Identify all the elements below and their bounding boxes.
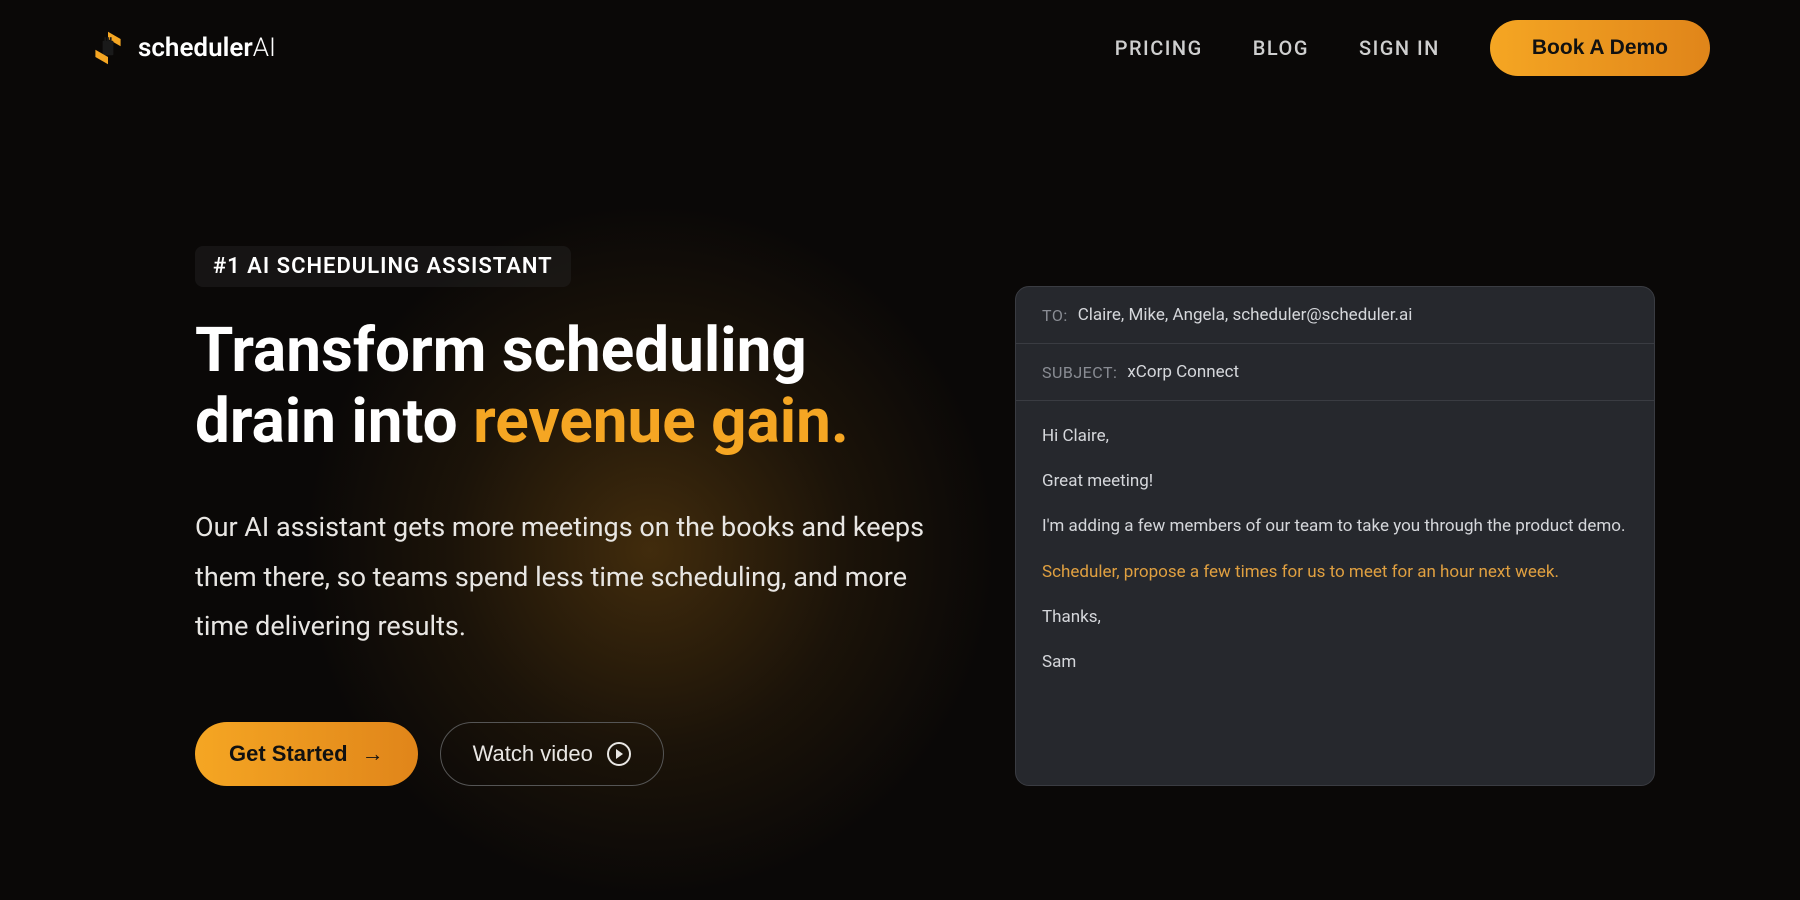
- email-highlight-line: Scheduler, propose a few times for us to…: [1042, 559, 1628, 586]
- main-nav: PRICING BLOG SIGN IN Book A Demo: [1115, 20, 1710, 76]
- nav-blog[interactable]: BLOG: [1253, 36, 1309, 60]
- email-to-value: Claire, Mike, Angela, scheduler@schedule…: [1078, 305, 1413, 325]
- email-line: Thanks,: [1042, 604, 1628, 631]
- nav-pricing[interactable]: PRICING: [1115, 36, 1203, 60]
- book-demo-button[interactable]: Book A Demo: [1490, 20, 1710, 76]
- site-header: schedulerAI PRICING BLOG SIGN IN Book A …: [0, 0, 1800, 96]
- hero-section: #1 AI SCHEDULING ASSISTANT Transform sch…: [0, 96, 1800, 786]
- nav-signin[interactable]: SIGN IN: [1359, 36, 1440, 60]
- play-icon: [607, 742, 631, 766]
- email-line: Sam: [1042, 649, 1628, 676]
- email-body: Hi Claire, Great meeting! I'm adding a f…: [1016, 401, 1654, 716]
- email-line: Hi Claire,: [1042, 423, 1628, 450]
- hero-badge: #1 AI SCHEDULING ASSISTANT: [195, 246, 571, 287]
- get-started-button[interactable]: Get Started →: [195, 722, 418, 786]
- email-preview-card: TO: Claire, Mike, Angela, scheduler@sche…: [1015, 286, 1655, 786]
- email-to-label: TO:: [1042, 306, 1068, 325]
- email-subject-label: SUBJECT:: [1042, 363, 1117, 382]
- hero-headline: Transform scheduling drain into revenue …: [195, 315, 945, 458]
- email-subject-row: SUBJECT: xCorp Connect: [1016, 344, 1654, 401]
- hero-content: #1 AI SCHEDULING ASSISTANT Transform sch…: [195, 246, 945, 786]
- logo-text: schedulerAI: [138, 33, 276, 63]
- email-line: Great meeting!: [1042, 468, 1628, 495]
- logo-icon: [90, 30, 126, 66]
- email-to-row: TO: Claire, Mike, Angela, scheduler@sche…: [1016, 287, 1654, 344]
- arrow-right-icon: →: [362, 741, 384, 767]
- email-subject-value: xCorp Connect: [1127, 362, 1239, 382]
- watch-video-button[interactable]: Watch video: [440, 722, 664, 786]
- cta-row: Get Started → Watch video: [195, 722, 945, 786]
- hero-subtitle: Our AI assistant gets more meetings on t…: [195, 503, 945, 653]
- email-line: I'm adding a few members of our team to …: [1042, 513, 1628, 540]
- logo[interactable]: schedulerAI: [90, 30, 276, 66]
